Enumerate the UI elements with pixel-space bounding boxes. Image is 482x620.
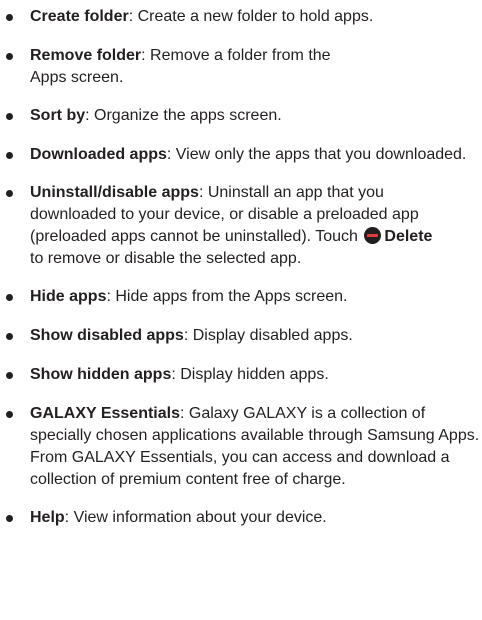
item-term: Hide apps <box>30 288 107 305</box>
list-item-downloaded-apps: Downloaded apps: View only the apps that… <box>2 144 476 166</box>
bullet <box>6 53 13 60</box>
bullet <box>6 372 13 379</box>
bullet <box>6 14 13 21</box>
list-item-sort-by: Sort by: Organize the apps screen. <box>2 105 476 127</box>
delete-label: Delete <box>384 228 433 245</box>
list-item-uninstall-disable-apps: Uninstall/disable apps: Uninstall an app… <box>2 182 435 270</box>
list-item-show-hidden-apps: Show hidden apps: Display hidden apps. <box>2 364 476 386</box>
item-term: Create folder <box>30 8 129 25</box>
item-term: Show disabled apps <box>30 327 184 344</box>
bullet <box>6 515 13 522</box>
item-description: : Display disabled apps. <box>183 327 353 344</box>
delete-icon <box>364 227 382 244</box>
item-description: : View information about your device. <box>64 509 327 526</box>
list-item-show-disabled-apps: Show disabled apps: Display disabled app… <box>2 325 476 347</box>
item-description: : View only the apps that you downloaded… <box>166 146 467 163</box>
bullet <box>6 113 13 120</box>
bullet <box>6 294 13 301</box>
item-description: : Organize the apps screen. <box>85 107 282 124</box>
bullet <box>6 333 13 340</box>
list-item-hide-apps: Hide apps: Hide apps from the Apps scree… <box>2 286 476 308</box>
list-item-galaxy-essentials: GALAXY Essentials: Galaxy GALAXY is a co… <box>2 403 482 491</box>
item-description: : Create a new folder to hold apps. <box>128 8 374 25</box>
bullet <box>6 411 13 418</box>
item-term: Uninstall/disable apps <box>30 184 199 201</box>
item-term: Sort by <box>30 107 86 124</box>
list-item-remove-folder: Remove folder: Remove a folder from the … <box>2 45 355 89</box>
bullet <box>6 190 13 197</box>
item-term: Downloaded apps <box>30 146 167 163</box>
bullet <box>6 152 13 159</box>
item-description: : Display hidden apps. <box>171 366 329 383</box>
item-term: Help <box>30 509 65 526</box>
item-description: : Hide apps from the Apps screen. <box>106 288 348 305</box>
item-term: Show hidden apps <box>30 366 172 383</box>
list-item-create-folder: Create folder: Create a new folder to ho… <box>2 6 476 28</box>
item-description-after: to remove or disable the selected app. <box>30 250 302 267</box>
list-item-help: Help: View information about your device… <box>2 507 476 529</box>
item-term: Remove folder <box>30 47 142 64</box>
menu-options-document: Create folder: Create a new folder to ho… <box>0 0 482 620</box>
item-term: GALAXY Essentials <box>30 405 180 422</box>
